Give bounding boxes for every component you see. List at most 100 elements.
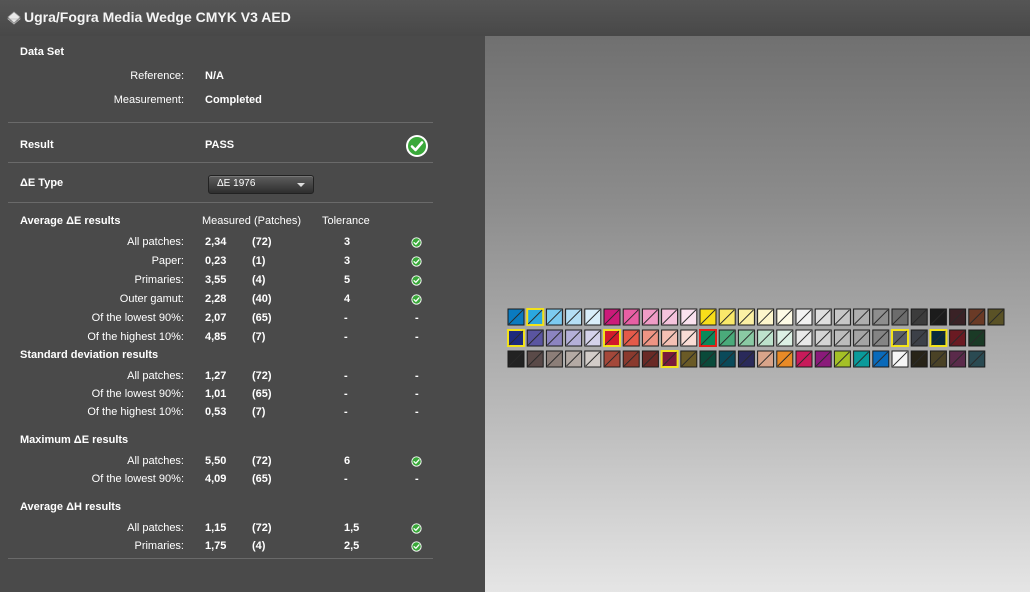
wedge-patch[interactable]: [737, 308, 755, 326]
row-status: -: [415, 331, 419, 343]
wedge-patch[interactable]: [929, 308, 947, 326]
wedge-patch[interactable]: [584, 329, 602, 347]
reference-value: N/A: [205, 70, 224, 82]
wedge-patch[interactable]: [949, 308, 967, 326]
wedge-patch[interactable]: [872, 350, 890, 368]
wedge-patch[interactable]: [603, 308, 621, 326]
wedge-patch[interactable]: [795, 329, 813, 347]
wedge-patch[interactable]: [853, 350, 871, 368]
wedge-patch[interactable]: [949, 350, 967, 368]
status-ok-icon: [411, 523, 422, 534]
wedge-patch[interactable]: [814, 329, 832, 347]
wedge-patch[interactable]: [872, 329, 890, 347]
wedge-patch[interactable]: [776, 350, 794, 368]
wedge-patch[interactable]: [680, 308, 698, 326]
wedge-patch[interactable]: [968, 329, 986, 347]
row-tolerance: -: [344, 473, 348, 485]
wedge-patch[interactable]: [776, 329, 794, 347]
wedge-patch[interactable]: [565, 329, 583, 347]
avg-dh-header: Average ΔH results: [20, 501, 122, 513]
wedge-patch[interactable]: [699, 350, 717, 368]
row-tolerance: 3: [344, 255, 351, 267]
status-ok-icon: [411, 275, 422, 286]
wedge-patch[interactable]: [622, 350, 640, 368]
row-patches: (7): [252, 406, 266, 418]
wedge-patch[interactable]: [507, 308, 525, 326]
wedge-patch[interactable]: [737, 329, 755, 347]
wedge-patch[interactable]: [641, 350, 659, 368]
wedge-patch[interactable]: [833, 350, 851, 368]
wedge-patch[interactable]: [526, 308, 545, 326]
wedge-patch[interactable]: [795, 350, 813, 368]
wedge-patch[interactable]: [545, 308, 563, 326]
wedge-patch[interactable]: [699, 308, 717, 326]
wedge-patch[interactable]: [699, 329, 717, 347]
wedge-patch[interactable]: [584, 308, 602, 326]
wedge-patch[interactable]: [910, 308, 928, 326]
wedge-patch[interactable]: [814, 350, 832, 368]
status-ok-icon: [411, 456, 422, 467]
wedge-patch[interactable]: [929, 329, 948, 347]
row-value: 4,09: [205, 473, 227, 485]
wedge-patch[interactable]: [660, 350, 679, 368]
row-label: Of the highest 10%:: [87, 406, 184, 418]
wedge-patch[interactable]: [641, 308, 659, 326]
wedge-patch[interactable]: [507, 329, 525, 347]
dataset-header: Data Set: [20, 46, 65, 58]
wedge-patch[interactable]: [718, 350, 736, 368]
row-patches: (1): [252, 255, 266, 267]
wedge-patch[interactable]: [661, 308, 679, 326]
wedge-patch[interactable]: [584, 350, 602, 368]
wedge-patch[interactable]: [929, 350, 947, 368]
wedge-patch[interactable]: [622, 308, 640, 326]
wedge-patch[interactable]: [757, 350, 775, 368]
wedge-patch[interactable]: [661, 329, 679, 347]
wedge-patch[interactable]: [545, 329, 563, 347]
wedge-patch[interactable]: [949, 329, 967, 347]
wedge-patch[interactable]: [565, 308, 583, 326]
wedge-patch[interactable]: [891, 350, 909, 368]
wedge-patch[interactable]: [545, 350, 563, 368]
wedge-patch[interactable]: [603, 329, 621, 347]
wedge-patch[interactable]: [968, 350, 986, 368]
wedge-patch[interactable]: [833, 308, 851, 326]
wedge-patch[interactable]: [718, 329, 736, 347]
de-type-dropdown[interactable]: ΔE 1976: [208, 175, 314, 194]
row-tolerance: 1,5: [344, 522, 360, 534]
wedge-patch[interactable]: [641, 329, 659, 347]
wedge-patch[interactable]: [910, 329, 928, 347]
wedge-patch[interactable]: [680, 350, 698, 368]
wedge-patch[interactable]: [757, 329, 775, 347]
wedge-patch[interactable]: [853, 329, 871, 347]
wedge-patch[interactable]: [891, 308, 909, 326]
wedge-patch[interactable]: [507, 350, 525, 368]
row-status: -: [415, 473, 419, 485]
wedge-patch[interactable]: [776, 308, 794, 326]
wedge-patch[interactable]: [526, 350, 544, 368]
wedge-patch[interactable]: [565, 350, 583, 368]
row-patches: (65): [252, 388, 272, 400]
wedge-patch[interactable]: [987, 308, 1005, 326]
window-title: Ugra/Fogra Media Wedge CMYK V3 AED: [24, 9, 291, 25]
wedge-patch[interactable]: [718, 308, 736, 326]
wedge-patch[interactable]: [603, 350, 621, 368]
wedge-patch[interactable]: [872, 308, 890, 326]
wedge-patch[interactable]: [526, 329, 544, 347]
pass-check-icon: [406, 135, 428, 157]
wedge-patch[interactable]: [833, 329, 851, 347]
wedge-patch[interactable]: [737, 350, 755, 368]
wedge-patch[interactable]: [853, 308, 871, 326]
wedge-patch[interactable]: [910, 350, 928, 368]
row-label: Of the lowest 90%:: [91, 312, 184, 324]
wedge-patch[interactable]: [757, 308, 775, 326]
divider: [8, 558, 433, 559]
row-patches: (72): [252, 455, 272, 467]
wedge-patch[interactable]: [968, 308, 986, 326]
wedge-patch[interactable]: [795, 308, 813, 326]
wedge-patch[interactable]: [814, 308, 832, 326]
wedge-patch[interactable]: [891, 329, 909, 347]
wedge-patch[interactable]: [622, 329, 640, 347]
wedge-patch[interactable]: [680, 329, 698, 347]
row-tolerance: -: [344, 312, 348, 324]
row-patches: (7): [252, 331, 266, 343]
